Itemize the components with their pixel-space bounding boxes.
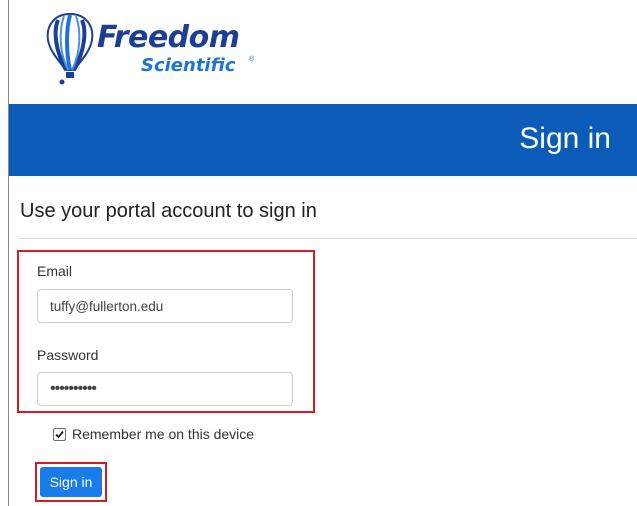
brand-name-freedom: Freedom	[97, 20, 240, 55]
subtitle-divider	[18, 238, 637, 239]
password-field[interactable]	[37, 372, 293, 406]
hot-air-balloon-logo-icon	[46, 12, 94, 85]
email-field[interactable]	[37, 289, 293, 323]
sign-in-button[interactable]: Sign in	[40, 467, 102, 497]
brand-name-scientific: Scientific	[141, 55, 236, 76]
form-subtitle: Use your portal account to sign in	[20, 200, 317, 222]
trademark-symbol: ®	[249, 56, 255, 63]
remember-me-row: Remember me on this device	[53, 424, 254, 444]
password-label: Password	[37, 347, 99, 363]
banner-title: Sign in	[519, 122, 611, 155]
sign-in-banner: Sign in	[9, 104, 637, 176]
remember-me-label: Remember me on this device	[72, 426, 255, 442]
freedom-scientific-logo: Freedom Scientific ®	[44, 12, 264, 90]
remember-me-checkbox[interactable]	[53, 427, 66, 441]
email-label: Email	[37, 263, 73, 279]
checkmark-icon	[55, 430, 64, 438]
